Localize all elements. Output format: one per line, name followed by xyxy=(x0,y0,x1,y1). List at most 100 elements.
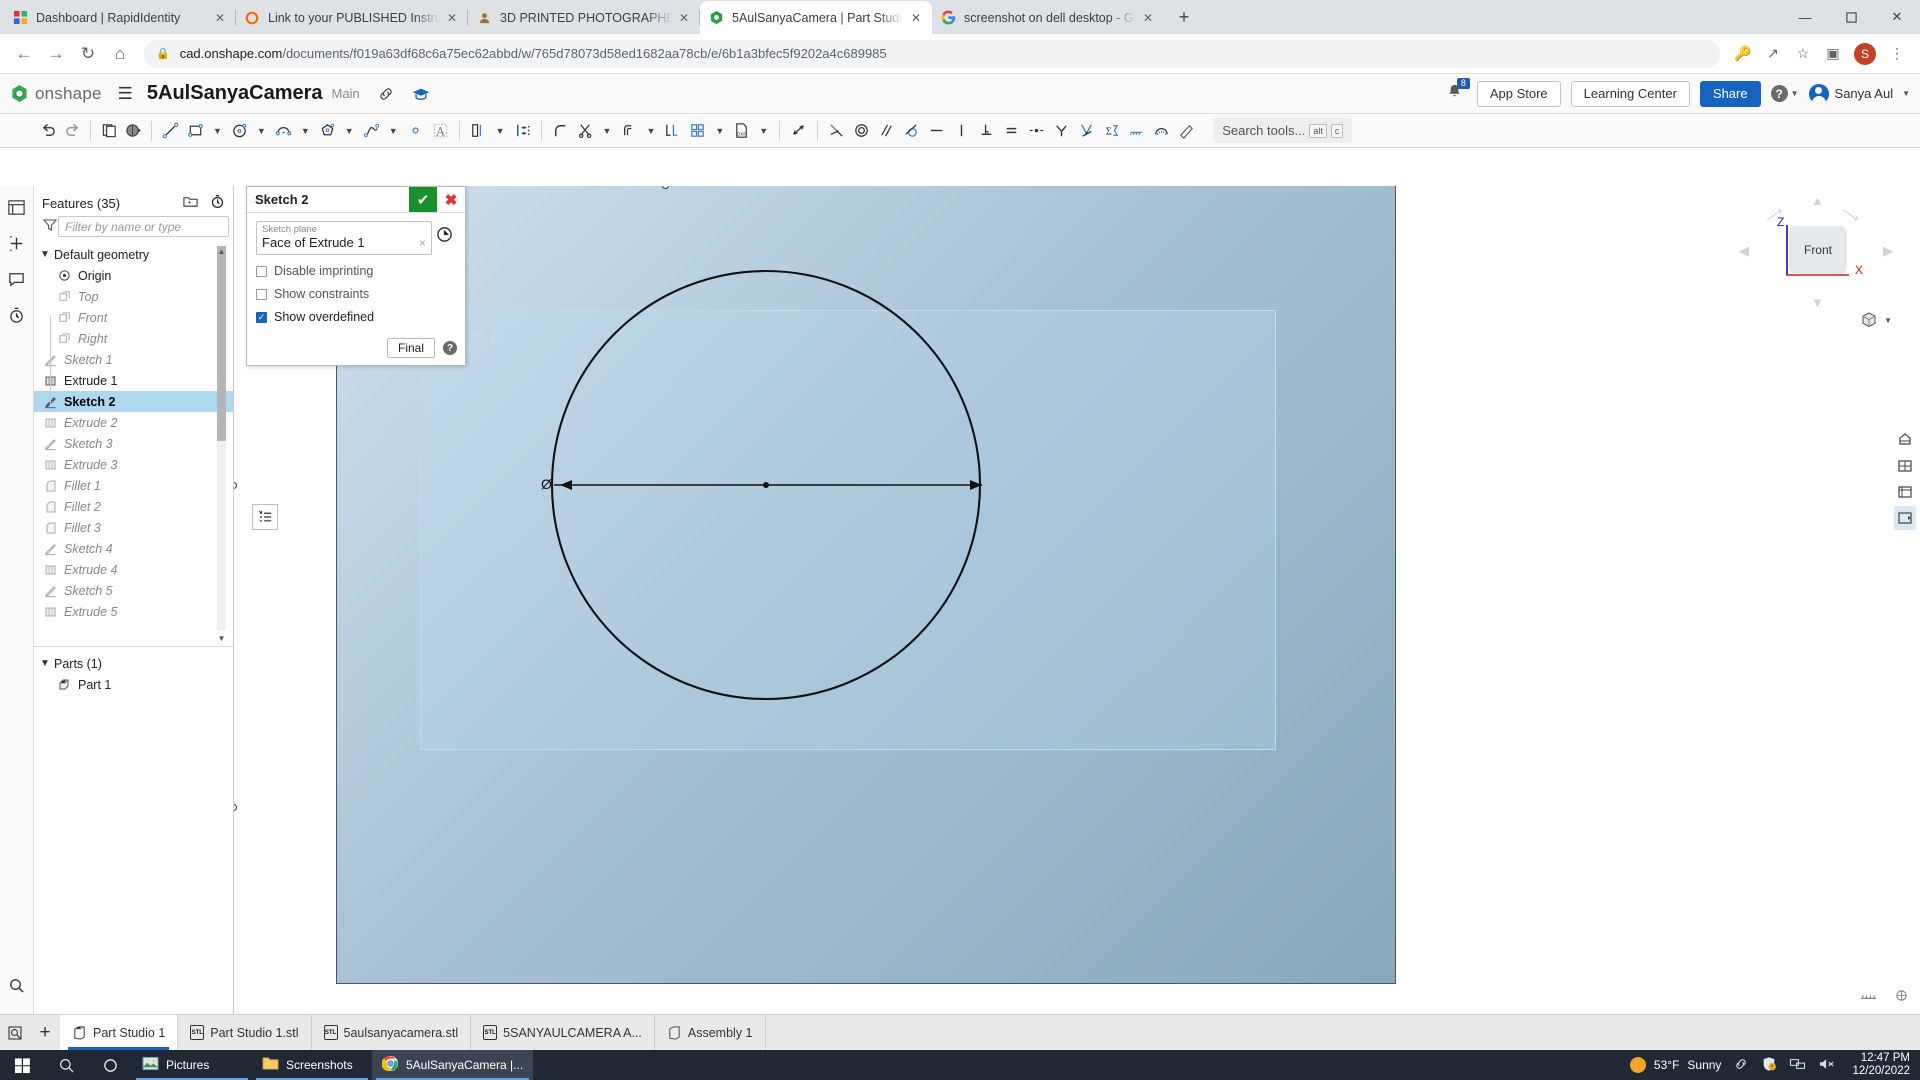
tree-item-front[interactable]: Front xyxy=(34,307,233,328)
volume-muted-icon[interactable] xyxy=(1818,1057,1836,1074)
help-menu[interactable]: ? ▼ xyxy=(1770,85,1799,102)
close-icon[interactable]: ✕ xyxy=(676,10,692,26)
tree-item-origin[interactable]: Origin xyxy=(34,265,233,286)
user-menu[interactable]: Sanya Aul ▼ xyxy=(1808,83,1910,104)
tree-item-extrude-2[interactable]: Extrude 2 xyxy=(34,412,233,433)
learning-center-button[interactable]: Learning Center xyxy=(1570,80,1690,107)
browser-tab[interactable]: 3D PRINTED PHOTOGRAPHER TR ✕ xyxy=(468,1,700,34)
tree-scrollbar-thumb[interactable] xyxy=(217,246,226,441)
rollback-timer-icon[interactable] xyxy=(210,194,225,212)
redo-icon[interactable] xyxy=(60,117,84,145)
mirror-icon[interactable] xyxy=(466,117,491,145)
clear-icon[interactable]: × xyxy=(419,236,426,250)
sketch-vertex-left[interactable] xyxy=(234,482,237,489)
equal-icon[interactable] xyxy=(999,117,1024,145)
constraint-hatch-icon[interactable] xyxy=(1124,117,1149,145)
arc-icon[interactable] xyxy=(271,117,296,145)
text-icon[interactable]: A xyxy=(428,117,453,145)
trim-icon[interactable] xyxy=(573,117,598,145)
copy-icon[interactable] xyxy=(97,117,121,145)
rotate-left-arrow-icon[interactable]: ◀ xyxy=(1739,243,1749,259)
search-tools-input[interactable]: Search tools... alt c xyxy=(1213,118,1353,143)
chevron-down-icon[interactable]: ▼ xyxy=(208,126,227,136)
chevron-down-icon[interactable]: ▼ xyxy=(252,126,271,136)
fillet-icon[interactable] xyxy=(548,117,573,145)
address-bar[interactable]: 🔒 cad.onshape.com/documents/f019a63df68c… xyxy=(144,39,1720,68)
notifications[interactable]: 8 xyxy=(1446,77,1470,105)
extensions-icon[interactable]: ▣ xyxy=(1818,39,1848,69)
close-icon[interactable]: ✕ xyxy=(1140,10,1156,26)
chrome-menu-icon[interactable]: ⋮ xyxy=(1882,39,1912,69)
search-icon[interactable] xyxy=(44,1057,88,1074)
tree-item-part-1[interactable]: Part 1 xyxy=(34,674,233,695)
chevron-down-icon[interactable]: ▼ xyxy=(384,126,403,136)
final-button[interactable]: Final xyxy=(386,338,435,358)
taskbar-app-pictures[interactable]: Pictures xyxy=(132,1050,252,1080)
section-view-icon[interactable] xyxy=(1894,454,1916,478)
linear-pattern-icon[interactable] xyxy=(510,117,535,145)
tree-item-sketch-2[interactable]: Sketch 2 xyxy=(34,391,233,412)
use-icon[interactable] xyxy=(660,117,685,145)
chevron-down-icon[interactable]: ▼ xyxy=(598,126,617,136)
doc-tab-part-studio-1-stl[interactable]: STL Part Studio 1.stl xyxy=(178,1015,312,1050)
sketch-history-clock-icon[interactable] xyxy=(432,221,456,248)
network-icon[interactable] xyxy=(1789,1057,1806,1074)
dimension-icon[interactable] xyxy=(786,117,811,145)
comment-icon[interactable] xyxy=(4,264,30,294)
start-icon[interactable] xyxy=(0,1057,44,1074)
tree-item-extrude-5[interactable]: Extrude 5 xyxy=(34,601,233,622)
chevron-down-icon[interactable]: ▼ xyxy=(710,126,729,136)
concentric-icon[interactable] xyxy=(849,117,874,145)
chevron-down-icon[interactable]: ▼ xyxy=(340,126,359,136)
cancel-button[interactable]: ✖ xyxy=(437,187,465,212)
tangent-icon[interactable] xyxy=(899,117,924,145)
vertical-icon[interactable] xyxy=(949,117,974,145)
add-folder-icon[interactable] xyxy=(183,194,198,212)
browser-tab[interactable]: Link to your PUBLISHED Instructa ✕ xyxy=(236,1,468,34)
browser-tab-active[interactable]: 5AulSanyaCamera | Part Studio 1 ✕ xyxy=(700,1,932,34)
rotate-up-arrow-icon[interactable]: ▲ xyxy=(1811,193,1824,208)
spline-icon[interactable] xyxy=(359,117,384,145)
rectangle-icon[interactable] xyxy=(183,117,208,145)
close-icon[interactable]: ✕ xyxy=(444,10,460,26)
horizontal-icon[interactable] xyxy=(924,117,949,145)
feature-tree-list[interactable]: ▼ Default geometry Origin Top Front Righ… xyxy=(34,244,233,647)
close-icon[interactable]: ✕ xyxy=(1874,0,1920,34)
insert-icon[interactable] xyxy=(4,228,30,258)
doc-tab-part-studio-1[interactable]: Part Studio 1 xyxy=(60,1015,179,1050)
bookmark-star-icon[interactable]: ☆ xyxy=(1788,39,1818,69)
password-key-icon[interactable]: 🔑 xyxy=(1728,39,1758,69)
new-tab-button[interactable]: + xyxy=(1170,3,1198,31)
chevron-down-icon[interactable]: ▼ xyxy=(296,126,315,136)
graphics-canvas[interactable]: Sketch 2 Ø ▲ ⟶ ⟶ ◀ ▶ ▼ Front Z X ▼ xyxy=(234,186,1920,1014)
perpendicular-icon[interactable] xyxy=(974,117,999,145)
coincident-icon[interactable] xyxy=(824,117,849,145)
back-icon[interactable]: ← xyxy=(8,38,40,70)
accept-button[interactable]: ✔ xyxy=(409,187,437,212)
chevron-down-icon[interactable]: ▼ xyxy=(641,126,660,136)
forward-icon[interactable]: → xyxy=(40,38,72,70)
view-cube[interactable]: ▲ ⟶ ⟶ ◀ ▶ ▼ Front Z X ▼ xyxy=(1737,191,1902,331)
tree-item-fillet-3[interactable]: Fillet 3 xyxy=(34,517,233,538)
sketch-more-icon[interactable] xyxy=(1174,117,1199,145)
browser-tab[interactable]: screenshot on dell desktop - Goo ✕ xyxy=(932,1,1164,34)
search-magnifier-icon[interactable] xyxy=(4,970,30,1000)
minimize-icon[interactable]: — xyxy=(1782,0,1828,34)
tree-group-default-geometry[interactable]: ▼ Default geometry xyxy=(34,244,233,265)
tree-item-extrude-1[interactable]: Extrude 1 xyxy=(34,370,233,391)
line-icon[interactable] xyxy=(158,117,183,145)
tree-item-sketch-5[interactable]: Sketch 5 xyxy=(34,580,233,601)
share-icon[interactable]: ↗ xyxy=(1758,39,1788,69)
tree-item-top[interactable]: Top xyxy=(34,286,233,307)
link-icon[interactable] xyxy=(1733,1057,1749,1074)
feature-list-icon[interactable] xyxy=(4,192,30,222)
show-overdefined-checkbox[interactable]: ✓ Show overdefined xyxy=(256,310,456,324)
rotate-right-arrow-icon[interactable]: ▶ xyxy=(1883,243,1893,259)
tree-item-sketch-4[interactable]: Sketch 4 xyxy=(34,538,233,559)
menu-hamburger-icon[interactable]: ☰ xyxy=(118,84,133,104)
taskbar-clock[interactable]: 12:47 PM 12/20/2022 xyxy=(1848,1052,1910,1078)
cortana-icon[interactable] xyxy=(88,1057,132,1074)
circle-icon[interactable] xyxy=(227,117,252,145)
tree-item-extrude-3[interactable]: Extrude 3 xyxy=(34,454,233,475)
tree-item-sketch-3[interactable]: Sketch 3 xyxy=(34,433,233,454)
